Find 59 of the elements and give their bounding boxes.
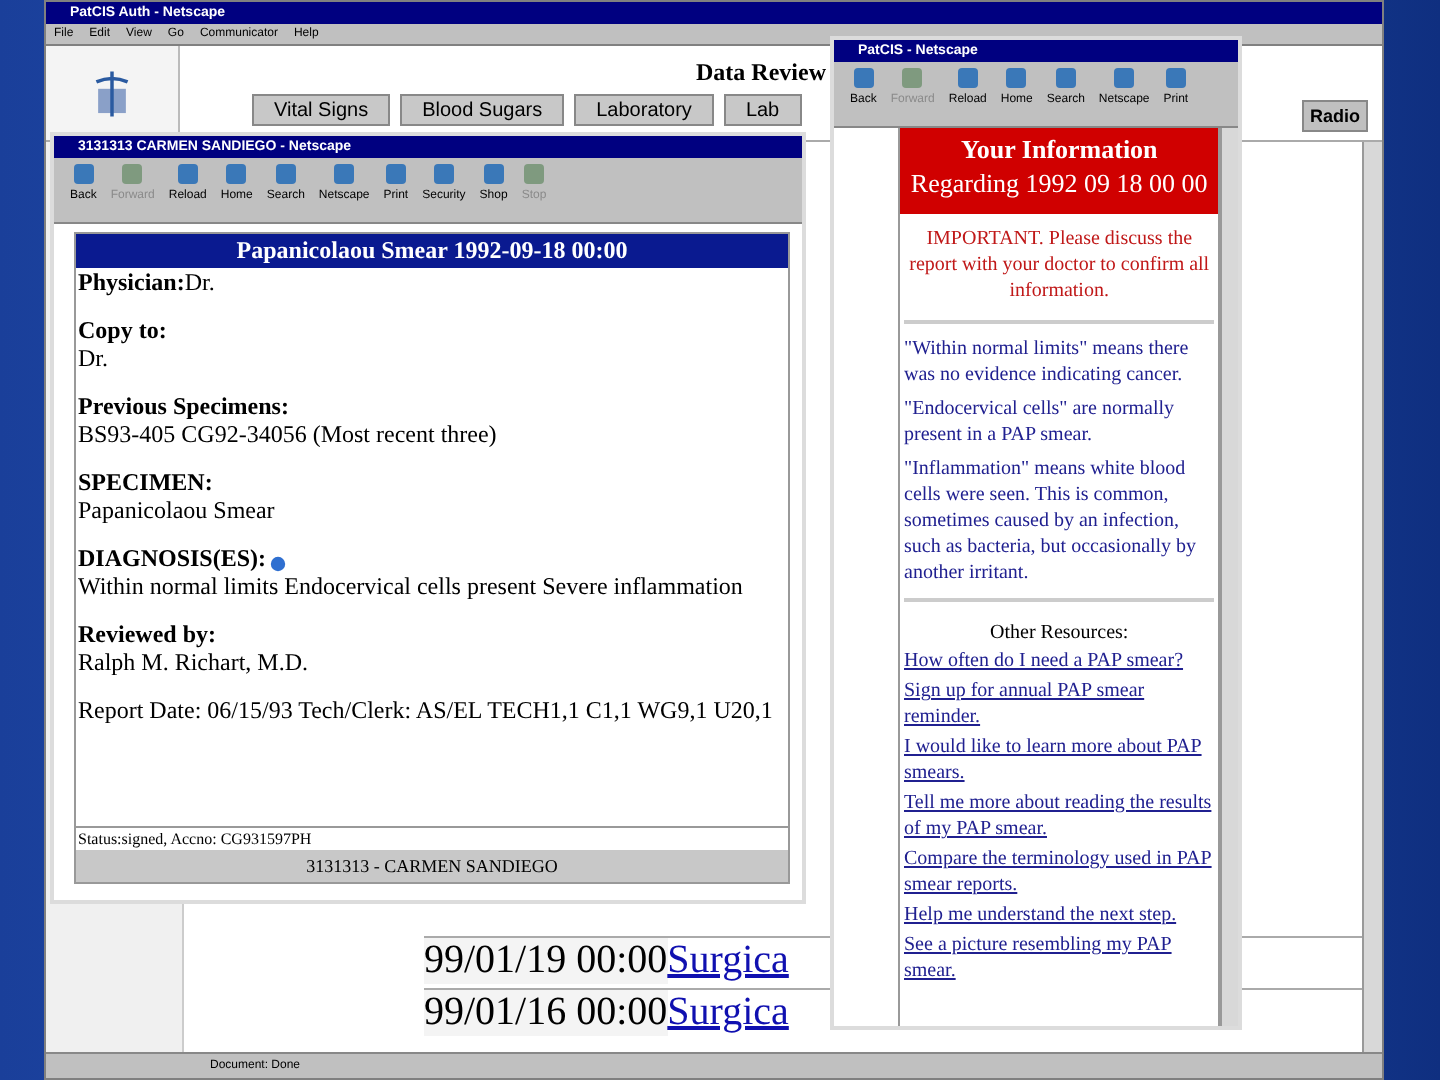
square-icon bbox=[1112, 66, 1137, 90]
field-label: SPECIMEN: bbox=[78, 468, 213, 496]
resource-link[interactable]: Sign up for annual PAP smear reminder. bbox=[904, 678, 1215, 730]
square-icon bbox=[224, 162, 249, 186]
field-value: Within normal limits Endocervical cells present Severe inflammation bbox=[78, 572, 745, 600]
nav-button[interactable]: Lab bbox=[723, 94, 802, 126]
square-icon bbox=[521, 162, 546, 186]
info-icon[interactable] bbox=[270, 556, 287, 572]
square-icon bbox=[481, 162, 506, 186]
tab-button[interactable]: Radio bbox=[1302, 100, 1369, 132]
report-link[interactable]: Surgica bbox=[667, 990, 789, 1036]
field-value: Dr. bbox=[184, 268, 215, 296]
scrollbar[interactable] bbox=[1220, 128, 1238, 1026]
explanation-text: "Within normal limits" means there was no evidence indicating cancer. bbox=[904, 336, 1191, 388]
field-label: Copy to: bbox=[78, 316, 167, 344]
explanation-text: "Endocervical cells" are normally present in a PAP smear. bbox=[904, 396, 1177, 448]
square-icon bbox=[383, 162, 408, 186]
nav-button[interactable]: Vital Signs bbox=[252, 94, 391, 126]
patient-footer: 3131313 - CARMEN SANDIEGO bbox=[76, 850, 788, 882]
square-icon bbox=[120, 162, 145, 186]
resource-link[interactable]: I would like to learn more about PAP smears. bbox=[904, 734, 1215, 786]
field-label: DIAGNOSIS(ES): bbox=[78, 544, 267, 572]
field-value: Papanicolaou Smear bbox=[78, 496, 277, 524]
square-icon bbox=[900, 66, 925, 90]
square-icon bbox=[175, 162, 200, 186]
square-icon bbox=[1163, 66, 1188, 90]
scrollbar[interactable] bbox=[1362, 142, 1382, 1052]
field-label: Reviewed by: bbox=[78, 620, 216, 648]
field-value: Ralph M. Richart, M.D. bbox=[78, 648, 310, 676]
important-notice: IMPORTANT. Please discuss the report with your doctor to confirm all information. bbox=[907, 226, 1212, 304]
field-value: BS93-405 CG92-34056 (Most recent three) bbox=[78, 420, 499, 448]
resource-link[interactable]: Compare the terminology used in PAP smear reports. bbox=[904, 846, 1215, 898]
square-icon bbox=[71, 162, 96, 186]
explanation-text: "Inflammation" means white blood cells were seen. This is common, sometimes caused by an infection, such as bacteria, but occasionally by another irritant. bbox=[904, 456, 1199, 586]
square-icon bbox=[1053, 66, 1078, 90]
page-heading: Data Review bbox=[696, 58, 826, 88]
field-label: Physician: bbox=[78, 268, 185, 296]
field-label: Previous Specimens: bbox=[78, 392, 289, 420]
resources-heading: Other Resources: bbox=[988, 622, 1131, 644]
square-icon bbox=[332, 162, 357, 186]
square-icon bbox=[273, 162, 298, 186]
resource-link[interactable]: See a picture resembling my PAP smear. bbox=[904, 932, 1215, 984]
resource-link[interactable]: Help me understand the next step. bbox=[904, 902, 1215, 928]
nav-button[interactable]: Laboratory bbox=[574, 94, 714, 126]
report-date: Report Date: 06/15/93 Tech/Clerk: AS/EL TECH1,1 C1,1 WG9,1 U20,1 bbox=[78, 696, 775, 724]
report-title: Papanicolaou Smear 1992-09-18 00:00 bbox=[76, 234, 788, 268]
report-link[interactable]: Surgica bbox=[667, 938, 789, 984]
resource-link[interactable]: Tell me more about reading the results of my PAP smear. bbox=[904, 790, 1215, 842]
nav-button[interactable]: Blood Sugars bbox=[400, 94, 565, 126]
square-icon bbox=[851, 66, 876, 90]
info-heading: Your Information bbox=[958, 134, 1160, 166]
field-value: Dr. bbox=[78, 344, 110, 372]
resource-link[interactable]: How often do I need a PAP smear? bbox=[904, 648, 1215, 674]
square-icon bbox=[955, 66, 980, 90]
date-cell: 99/01/19 00:00 bbox=[424, 938, 668, 984]
info-subheading: Regarding 1992 09 18 00 00 bbox=[908, 166, 1210, 202]
date-cell: 99/01/16 00:00 bbox=[424, 990, 668, 1036]
square-icon bbox=[1004, 66, 1029, 90]
square-icon bbox=[431, 162, 456, 186]
